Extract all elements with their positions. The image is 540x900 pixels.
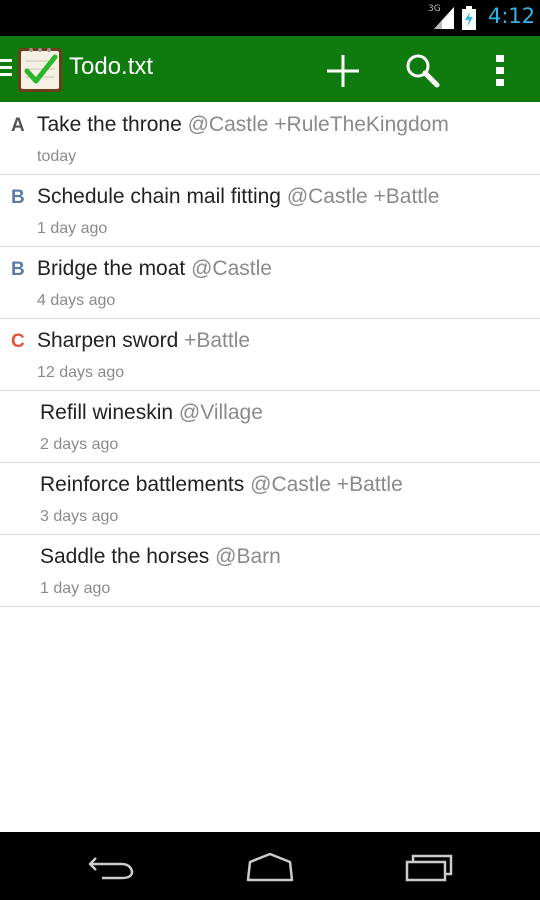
task-tags: @Village [178, 401, 263, 424]
signal-icon [434, 7, 454, 29]
task-text-line: Saddle the horses @Barn [40, 545, 281, 569]
task-text-line: Reinforce battlements @Castle +Battle [40, 473, 403, 497]
task-row[interactable]: B Bridge the moat @Castle 4 days ago [0, 247, 540, 319]
task-text-line: Schedule chain mail fitting @Castle +Bat… [37, 185, 439, 209]
task-tags: @Barn [215, 545, 281, 568]
recents-icon[interactable] [399, 850, 459, 882]
task-row[interactable]: Saddle the horses @Barn 1 day ago [0, 535, 540, 607]
app-logo-icon[interactable] [17, 47, 63, 93]
task-text: Bridge the moat [37, 257, 186, 280]
task-tags: @Castle +RuleTheKingdom [187, 113, 449, 136]
battery-icon [462, 6, 476, 30]
task-text-line: Refill wineskin @Village [40, 401, 263, 425]
overflow-menu-icon[interactable] [482, 51, 522, 91]
priority-label: C [11, 331, 25, 352]
task-tags: +Battle [184, 329, 251, 352]
task-date: 4 days ago [37, 292, 116, 309]
task-tags: @Castle +Battle [286, 185, 440, 208]
search-icon[interactable] [402, 51, 442, 91]
task-text: Reinforce battlements [40, 473, 245, 496]
priority-label: B [11, 187, 25, 208]
status-bar: 3G 4:12 [0, 0, 540, 36]
task-date: 3 days ago [40, 508, 119, 525]
task-row[interactable]: C Sharpen sword +Battle 12 days ago [0, 319, 540, 391]
task-text-line: Take the throne @Castle +RuleTheKingdom [37, 113, 449, 137]
task-date: 1 day ago [40, 580, 111, 597]
task-text-line: Bridge the moat @Castle [37, 257, 272, 281]
task-date: today [37, 148, 77, 165]
navigation-bar [0, 832, 540, 900]
add-icon[interactable] [323, 51, 363, 91]
priority-label: A [11, 115, 25, 136]
action-bar: Todo.txt [0, 36, 540, 102]
task-date: 2 days ago [40, 436, 119, 453]
task-tags: @Castle [191, 257, 272, 280]
task-text: Refill wineskin [40, 401, 174, 424]
task-date: 12 days ago [37, 364, 125, 381]
home-icon[interactable] [240, 850, 300, 882]
task-list: A Take the throne @Castle +RuleTheKingdo… [0, 103, 540, 607]
task-row[interactable]: B Schedule chain mail fitting @Castle +B… [0, 175, 540, 247]
app-title: Todo.txt [69, 53, 154, 80]
task-date: 1 day ago [37, 220, 108, 237]
task-row[interactable]: Reinforce battlements @Castle +Battle 3 … [0, 463, 540, 535]
task-row[interactable]: A Take the throne @Castle +RuleTheKingdo… [0, 103, 540, 175]
task-text: Schedule chain mail fitting [37, 185, 281, 208]
task-text-line: Sharpen sword +Battle [37, 329, 250, 353]
task-text: Take the throne [37, 113, 182, 136]
task-row[interactable]: Refill wineskin @Village 2 days ago [0, 391, 540, 463]
drawer-icon[interactable] [0, 59, 12, 80]
back-icon[interactable] [82, 850, 142, 882]
task-tags: @Castle +Battle [250, 473, 403, 496]
task-text: Sharpen sword [37, 329, 179, 352]
priority-label: B [11, 259, 25, 280]
clock: 4:12 [488, 4, 536, 28]
task-text: Saddle the horses [40, 545, 210, 568]
